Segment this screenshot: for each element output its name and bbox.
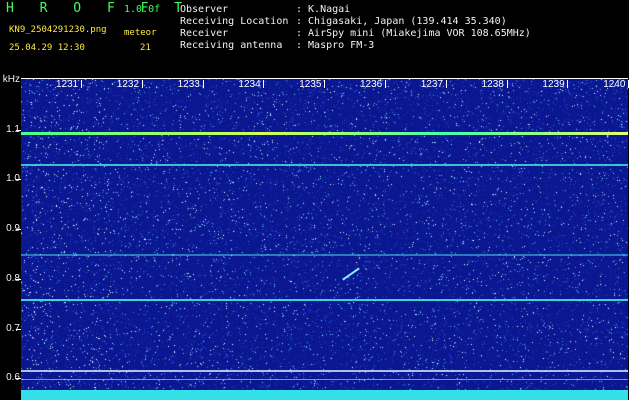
y-tick-mark — [16, 329, 21, 330]
x-tick-mark — [141, 80, 143, 88]
x-tick-label: 1233 — [177, 79, 200, 90]
x-tick-mark — [385, 80, 386, 88]
x-tick-mark — [324, 80, 326, 88]
y-axis-unit: kHz — [2, 74, 20, 85]
location-value: : Chigasaki, Japan (139.414 35.340) — [296, 16, 507, 27]
x-tick-label: 1239 — [542, 79, 565, 90]
y-tick-mark — [16, 279, 21, 280]
tone-line-5 — [21, 379, 628, 380]
app-version: 1.0.0f — [124, 4, 161, 15]
receiver-value: : AirSpy mini (Miakejima VOR 108.65MHz) — [296, 28, 531, 39]
receiver-label: Receiver — [180, 28, 229, 39]
header-panel: H R O F F T 1.0.0f KN9_2504291230.png me… — [0, 0, 629, 72]
location-label: Receiving Location — [180, 16, 289, 27]
x-tick-label: 1232 — [116, 79, 140, 90]
meteor-count: 21 — [140, 43, 151, 53]
meteor-label: meteor — [124, 28, 157, 38]
x-tick-label: 1240 — [603, 79, 626, 90]
tone-line-4 — [21, 370, 628, 372]
tone-line-2 — [21, 254, 628, 256]
x-tick-mark — [202, 80, 204, 88]
x-tick-label: 1231 — [56, 79, 79, 90]
x-tick-label: 1238 — [481, 79, 504, 90]
antenna-value: : Maspro FM-3 — [296, 40, 375, 51]
x-tick-label: 1237 — [420, 79, 444, 90]
file-name: KN9_2504291230.png — [9, 25, 107, 35]
spectrogram-noise — [21, 79, 628, 391]
y-tick-mark — [16, 229, 21, 230]
tone-line-1 — [21, 164, 628, 166]
x-tick-label: 1234 — [238, 79, 261, 90]
x-tick-mark — [445, 80, 447, 88]
observer-value: : K.Nagai — [296, 4, 351, 15]
x-tick-mark — [567, 80, 569, 88]
x-tick-label: 1235 — [299, 79, 322, 90]
x-tick-mark — [263, 80, 265, 88]
carrier-signal-line — [21, 132, 628, 135]
y-tick-mark — [16, 179, 21, 180]
x-tick-mark — [506, 80, 508, 88]
y-tick-mark — [16, 378, 21, 379]
tone-line-3 — [21, 299, 628, 301]
y-tick-mark — [16, 130, 21, 131]
app-name: H R O F F T — [6, 1, 192, 16]
spectrogram-plot — [21, 79, 628, 391]
bottom-strip — [21, 390, 628, 400]
observer-label: Observer — [180, 4, 229, 15]
date-time: 25.04.29 12:30 — [9, 43, 85, 53]
antenna-label: Receiving antenna — [180, 40, 283, 51]
x-tick-mark — [81, 80, 82, 88]
x-tick-label: 1236 — [360, 79, 383, 90]
